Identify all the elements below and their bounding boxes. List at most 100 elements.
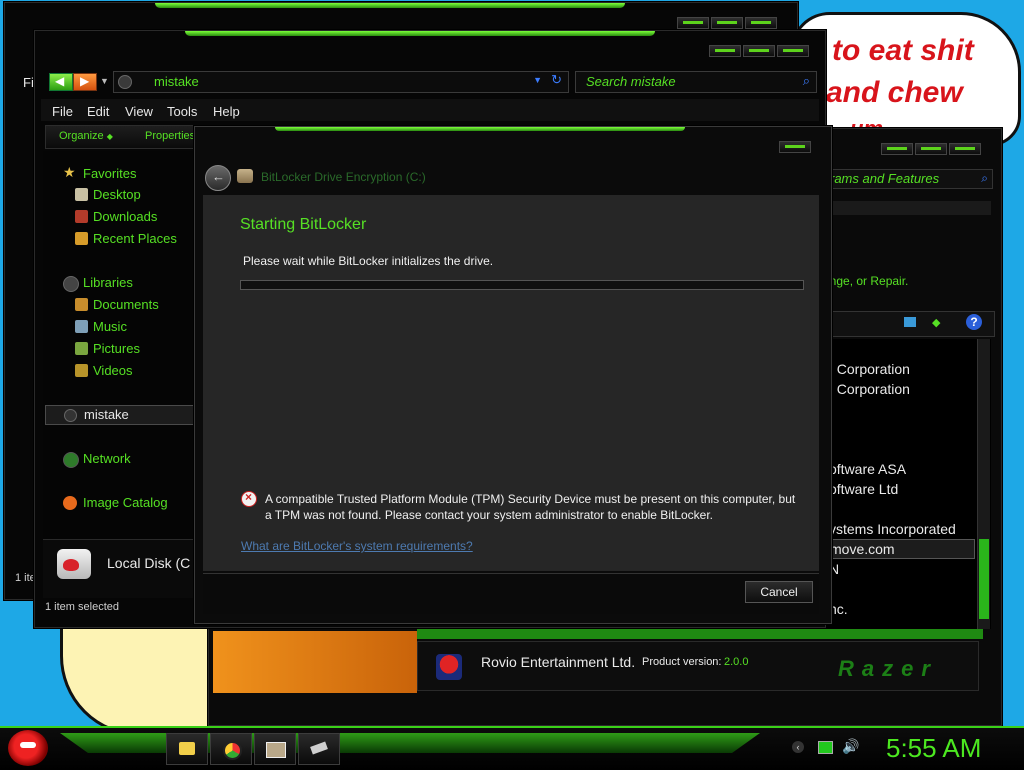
nav-desktop[interactable]: Desktop [93, 187, 141, 202]
taskbar-glow [60, 733, 760, 753]
network-tray-icon[interactable] [818, 741, 833, 754]
address-bar[interactable]: mistake ▼ ↻ [113, 71, 569, 93]
comic-text-3: um [850, 116, 883, 128]
publisher-name: Rovio Entertainment Ltd. [481, 654, 636, 670]
angry-bird-icon [20, 742, 36, 748]
window-controls[interactable] [677, 17, 777, 29]
nav-folder-selected[interactable]: mistake [45, 405, 197, 425]
menu-help[interactable]: Help [213, 104, 240, 119]
arrow-left-icon: ← [212, 169, 225, 184]
downloads-icon [75, 210, 88, 223]
progress-bar [240, 280, 804, 290]
list-row-8[interactable]: ystems Incorporated [829, 521, 956, 537]
help-icon[interactable]: ? [966, 314, 982, 330]
diamond-icon[interactable]: ◆ [932, 316, 940, 329]
comic-text-1: to eat shit [832, 34, 974, 67]
menu-file[interactable]: File [52, 104, 73, 119]
pictures-icon [75, 342, 88, 355]
picture-icon [266, 742, 286, 758]
menu-view[interactable]: View [125, 104, 153, 119]
taskbar-picture[interactable] [254, 733, 296, 765]
nav-downloads[interactable]: Downloads [93, 209, 157, 224]
taskbar-app[interactable] [298, 733, 340, 765]
title-glow [155, 3, 625, 8]
nav-recent-places[interactable]: Recent Places [93, 231, 177, 246]
taskbar-chrome[interactable] [210, 733, 252, 765]
view-icon[interactable] [904, 317, 916, 327]
recent-dropdown[interactable]: ▼ [100, 76, 109, 86]
recent-places-icon [75, 232, 88, 245]
error-icon: × [241, 490, 257, 507]
bitlocker-icon [237, 169, 253, 183]
dialog-footer [203, 573, 819, 614]
title-glow [185, 31, 655, 36]
details-hscroll[interactable] [417, 629, 983, 639]
music-icon [75, 320, 88, 333]
search-icon: ⌕ [981, 171, 988, 185]
breadcrumb: BitLocker Drive Encryption (C:) [261, 170, 426, 184]
list-row-9: move.com [830, 541, 895, 557]
chevron-down-icon[interactable]: ▼ [533, 75, 542, 85]
organize-button[interactable]: Organize ◆ [59, 130, 113, 142]
scrollbar-thumb[interactable] [979, 539, 989, 619]
error-message-line2: a TPM was not found. Please contact your… [265, 508, 714, 522]
razer-logo: Razer [838, 656, 938, 681]
back-menu-text: Fi [23, 75, 34, 90]
search-icon[interactable]: ⌕ [803, 73, 810, 89]
list-row-selected[interactable]: move.com [823, 539, 975, 559]
list-row-1[interactable]: t Corporation [829, 361, 910, 377]
address-text: mistake [154, 74, 199, 89]
clock[interactable]: 5:55 AM [886, 733, 981, 764]
tray-expand-icon[interactable]: ‹ [792, 741, 804, 753]
menu-tools[interactable]: Tools [167, 104, 197, 119]
comic-text-2: and chew [826, 76, 963, 109]
search-input[interactable]: Search mistake [586, 74, 676, 89]
programs-toolbar [823, 201, 991, 215]
folder-icon [118, 75, 132, 89]
videos-icon [75, 364, 88, 377]
orange-panel [213, 631, 417, 693]
nav-libraries[interactable]: Libraries [83, 275, 133, 290]
list-row-2[interactable]: t Corporation [829, 381, 910, 397]
nav-network[interactable]: Network [83, 451, 131, 466]
properties-button[interactable]: Properties [145, 130, 195, 142]
list-row-6[interactable]: oftware Ltd [829, 481, 898, 497]
details-drive-name: Local Disk (C [107, 555, 191, 571]
nav-image-catalog[interactable]: Image Catalog [83, 495, 168, 510]
nav-documents[interactable]: Documents [93, 297, 159, 312]
chrome-icon [223, 741, 242, 760]
programs-hint: ange, or Repair. [823, 274, 909, 288]
nav-videos[interactable]: Videos [93, 363, 133, 378]
nav-favorites[interactable]: Favorites [83, 166, 136, 181]
requirements-link[interactable]: What are BitLocker's system requirements… [241, 539, 473, 553]
app-icon [436, 654, 462, 680]
search-box[interactable]: Search mistake ⌕ [575, 71, 817, 93]
title-glow [275, 127, 685, 131]
version-label: Product version: [642, 656, 722, 668]
start-button[interactable] [8, 730, 48, 766]
list-row-5[interactable]: oftware ASA [829, 461, 906, 477]
taskbar-explorer[interactable] [166, 733, 208, 765]
programs-search-box[interactable]: rams and Features ⌕ [823, 169, 993, 189]
libraries-icon [63, 276, 79, 292]
folder-icon [64, 409, 77, 422]
image-catalog-icon [63, 496, 77, 510]
menu-edit[interactable]: Edit [87, 104, 109, 119]
window-controls[interactable] [709, 45, 809, 57]
window-controls[interactable] [779, 141, 811, 153]
arrow-right-icon: ▶ [80, 74, 90, 88]
forward-button[interactable]: ▶ [73, 73, 97, 91]
programs-list-toolbar: ◆ ? [823, 311, 995, 337]
nav-pictures[interactable]: Pictures [93, 341, 140, 356]
programs-search-text: rams and Features [830, 171, 940, 186]
refresh-icon[interactable]: ↻ [551, 72, 562, 88]
dialog-heading: Starting BitLocker [240, 216, 367, 233]
list-scrollbar[interactable] [977, 339, 990, 629]
volume-icon[interactable]: 🔊 [842, 738, 859, 755]
back-button[interactable]: ◀ [49, 73, 73, 91]
cancel-button[interactable]: Cancel [745, 581, 813, 603]
back-button[interactable]: ← [205, 165, 231, 191]
window-controls[interactable] [881, 143, 981, 155]
back-status: 1 ite [15, 572, 36, 584]
nav-music[interactable]: Music [93, 319, 127, 334]
